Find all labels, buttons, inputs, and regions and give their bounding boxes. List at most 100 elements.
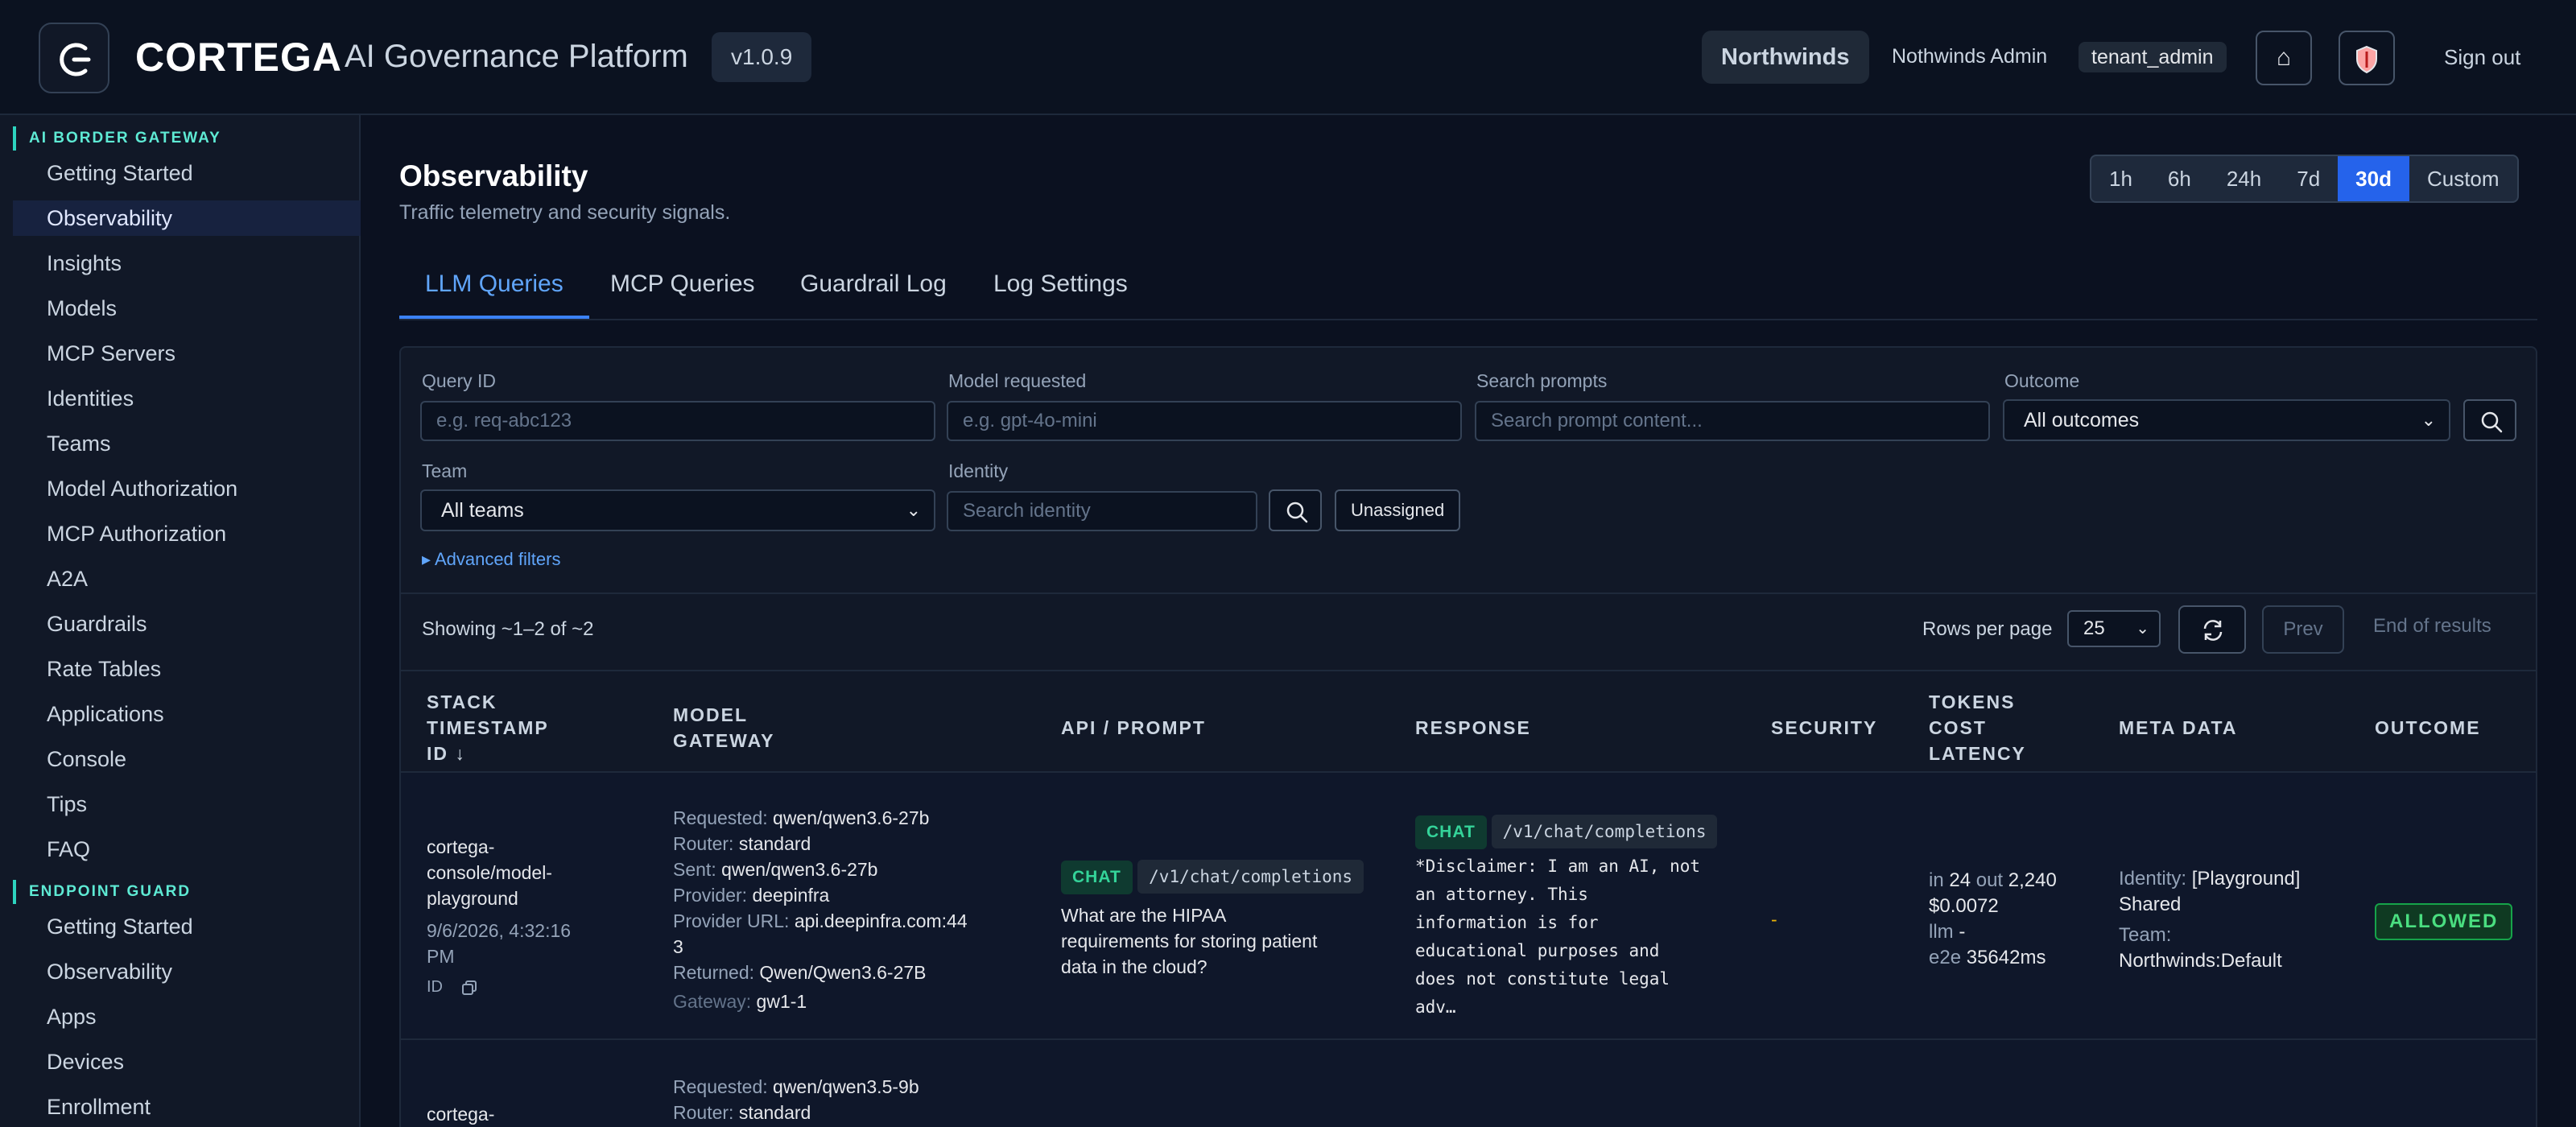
chevron-down-icon: ⌄ <box>2421 410 2436 430</box>
sidebar-item-faq[interactable]: FAQ <box>13 832 361 867</box>
model-requested-label: Model requested <box>948 370 1087 391</box>
row-tokens: in 24 out 2,240 $0.0072 llm - e2e 35642m… <box>1929 869 2057 968</box>
home-button[interactable]: ⌂ <box>2256 31 2312 85</box>
row-id: ID <box>427 974 478 1000</box>
api-path: /v1/chat/completions <box>1137 860 1364 894</box>
section-endpoint-guard: ENDPOINT GUARD <box>13 880 191 904</box>
tab-guardrail-log[interactable]: Guardrail Log <box>800 250 947 319</box>
chat-badge: CHAT <box>1061 861 1133 894</box>
rows-per-page-select[interactable]: 25 ⌄ <box>2067 610 2161 647</box>
search-icon <box>1286 502 1308 523</box>
range-custom[interactable]: Custom <box>2409 156 2517 201</box>
sidebar-item-devices[interactable]: Devices <box>13 1044 361 1080</box>
query-id-input[interactable] <box>420 401 935 441</box>
search-button[interactable] <box>2463 399 2516 441</box>
home-icon: ⌂ <box>2276 44 2292 71</box>
sidebar-item-tips[interactable]: Tips <box>13 786 361 822</box>
sidebar-item-mcp-servers[interactable]: MCP Servers <box>13 336 361 371</box>
identity-search-button[interactable] <box>1269 489 1322 531</box>
sidebar-item-getting-started[interactable]: Getting Started <box>13 155 361 191</box>
range-7d[interactable]: 7d <box>2279 156 2338 201</box>
shield-button[interactable] <box>2339 31 2395 85</box>
team-select-value: All teams <box>441 499 524 522</box>
sidebar-item-guardrails[interactable]: Guardrails <box>13 606 361 642</box>
col-response-header: RESPONSE <box>1415 717 1531 738</box>
response-path: /v1/chat/completions <box>1491 815 1718 848</box>
role-badge: tenant_admin <box>2079 42 2227 72</box>
chevron-down-icon: ⌄ <box>2136 620 2149 638</box>
outcome-label: Outcome <box>2004 370 2080 391</box>
sidebar-item-rate-tables[interactable]: Rate Tables <box>13 651 361 687</box>
time-range-selector: 1h 6h 24h 7d 30d Custom <box>2090 155 2519 203</box>
sidebar-item-observability[interactable]: Observability <box>13 200 361 236</box>
unassigned-button[interactable]: Unassigned <box>1335 489 1461 531</box>
section-ai-border-gateway: AI BORDER GATEWAY <box>13 126 221 151</box>
sidebar-item-model-authorization[interactable]: Model Authorization <box>13 471 361 506</box>
query-panel: Query ID Model requested Search prompts … <box>399 346 2537 1127</box>
col-tokens-header: TOKENS COST LATENCY <box>1929 691 2026 764</box>
row-timestamp: 9/6/2026, 4:32:16 PM <box>427 920 572 967</box>
tab-bar: LLM Queries MCP Queries Guardrail Log Lo… <box>399 250 2537 320</box>
outcome-badge: ALLOWED <box>2375 903 2513 940</box>
tenant-switcher[interactable]: Northwinds <box>1702 31 1869 84</box>
page-subtitle: Traffic telemetry and security signals. <box>399 201 731 224</box>
tab-llm-queries[interactable]: LLM Queries <box>399 250 589 319</box>
tab-log-settings[interactable]: Log Settings <box>993 250 1128 319</box>
row-stack: cortega- <box>427 1104 495 1125</box>
sidebar-item-applications[interactable]: Applications <box>13 696 361 732</box>
outcome-select-value: All outcomes <box>2024 409 2140 431</box>
refresh-button[interactable] <box>2178 605 2246 654</box>
col-stack-header[interactable]: STACK TIMESTAMP ID ↓ <box>427 689 549 766</box>
sidebar-item-eg-getting-started[interactable]: Getting Started <box>13 909 361 944</box>
cortega-logo-icon[interactable] <box>39 23 109 93</box>
col-security-header: SECURITY <box>1771 717 1878 738</box>
sidebar-item-apps[interactable]: Apps <box>13 999 361 1034</box>
col-outcome-header: OUTCOME <box>2375 717 2481 738</box>
top-bar: CORTEGA AI Governance Platform v1.0.9 No… <box>0 0 2576 115</box>
sidebar: AI BORDER GATEWAY Getting Started Observ… <box>0 115 361 1127</box>
end-of-results-label: End of results <box>2373 615 2491 637</box>
sign-out-link[interactable]: Sign out <box>2444 45 2520 70</box>
copy-icon[interactable] <box>460 979 478 997</box>
row-security: - <box>1771 909 1777 930</box>
range-6h[interactable]: 6h <box>2150 156 2209 201</box>
page-title: Observability <box>399 159 588 192</box>
sidebar-item-a2a[interactable]: A2A <box>13 561 361 597</box>
sidebar-item-console[interactable]: Console <box>13 741 361 777</box>
range-30d[interactable]: 30d <box>2338 156 2409 201</box>
advanced-filters-toggle[interactable]: ▸ Advanced filters <box>422 549 560 570</box>
brand-name: CORTEGA <box>135 35 342 80</box>
user-name: Nothwinds Admin <box>1892 45 2048 68</box>
row-model-gateway: Requested: qwen/qwen3.6-27b Router: stan… <box>673 807 968 1012</box>
search-icon <box>2481 411 2503 433</box>
range-1h[interactable]: 1h <box>2091 156 2150 201</box>
sidebar-item-enrollment[interactable]: Enrollment <box>13 1089 361 1125</box>
search-prompts-input[interactable] <box>1475 401 1990 441</box>
sidebar-item-identities[interactable]: Identities <box>13 381 361 416</box>
outcome-select[interactable]: All outcomes ⌄ <box>2003 399 2450 441</box>
sidebar-item-teams[interactable]: Teams <box>13 426 361 461</box>
team-select[interactable]: All teams ⌄ <box>420 489 935 531</box>
row-stack: cortega- console/model- playground <box>427 836 552 909</box>
range-24h[interactable]: 24h <box>2209 156 2279 201</box>
col-api-header: API / PROMPT <box>1061 717 1206 738</box>
row-response: CHAT /v1/chat/completions *Disclaimer: I… <box>1415 815 1718 1022</box>
query-id-label: Query ID <box>422 370 497 391</box>
search-prompts-label: Search prompts <box>1476 370 1608 391</box>
sidebar-item-insights[interactable]: Insights <box>13 246 361 281</box>
app-subtitle: AI Governance Platform <box>345 39 688 74</box>
identity-input[interactable] <box>947 491 1257 531</box>
sidebar-item-eg-observability[interactable]: Observability <box>13 954 361 989</box>
sidebar-item-mcp-authorization[interactable]: MCP Authorization <box>13 516 361 551</box>
rows-per-page-label: Rows per page <box>1922 618 2053 640</box>
prev-page-button[interactable]: Prev <box>2262 605 2344 654</box>
sidebar-item-models[interactable]: Models <box>13 291 361 326</box>
refresh-icon <box>2203 620 2223 641</box>
results-count: Showing ~1–2 of ~2 <box>422 618 594 640</box>
divider <box>401 592 2536 594</box>
model-requested-input[interactable] <box>947 401 1462 441</box>
identity-label: Identity <box>948 460 1009 481</box>
row-model-gateway: Requested: qwen/qwen3.5-9b Router: stand… <box>673 1076 919 1123</box>
tab-mcp-queries[interactable]: MCP Queries <box>610 250 755 319</box>
chevron-down-icon: ⌄ <box>906 500 921 520</box>
